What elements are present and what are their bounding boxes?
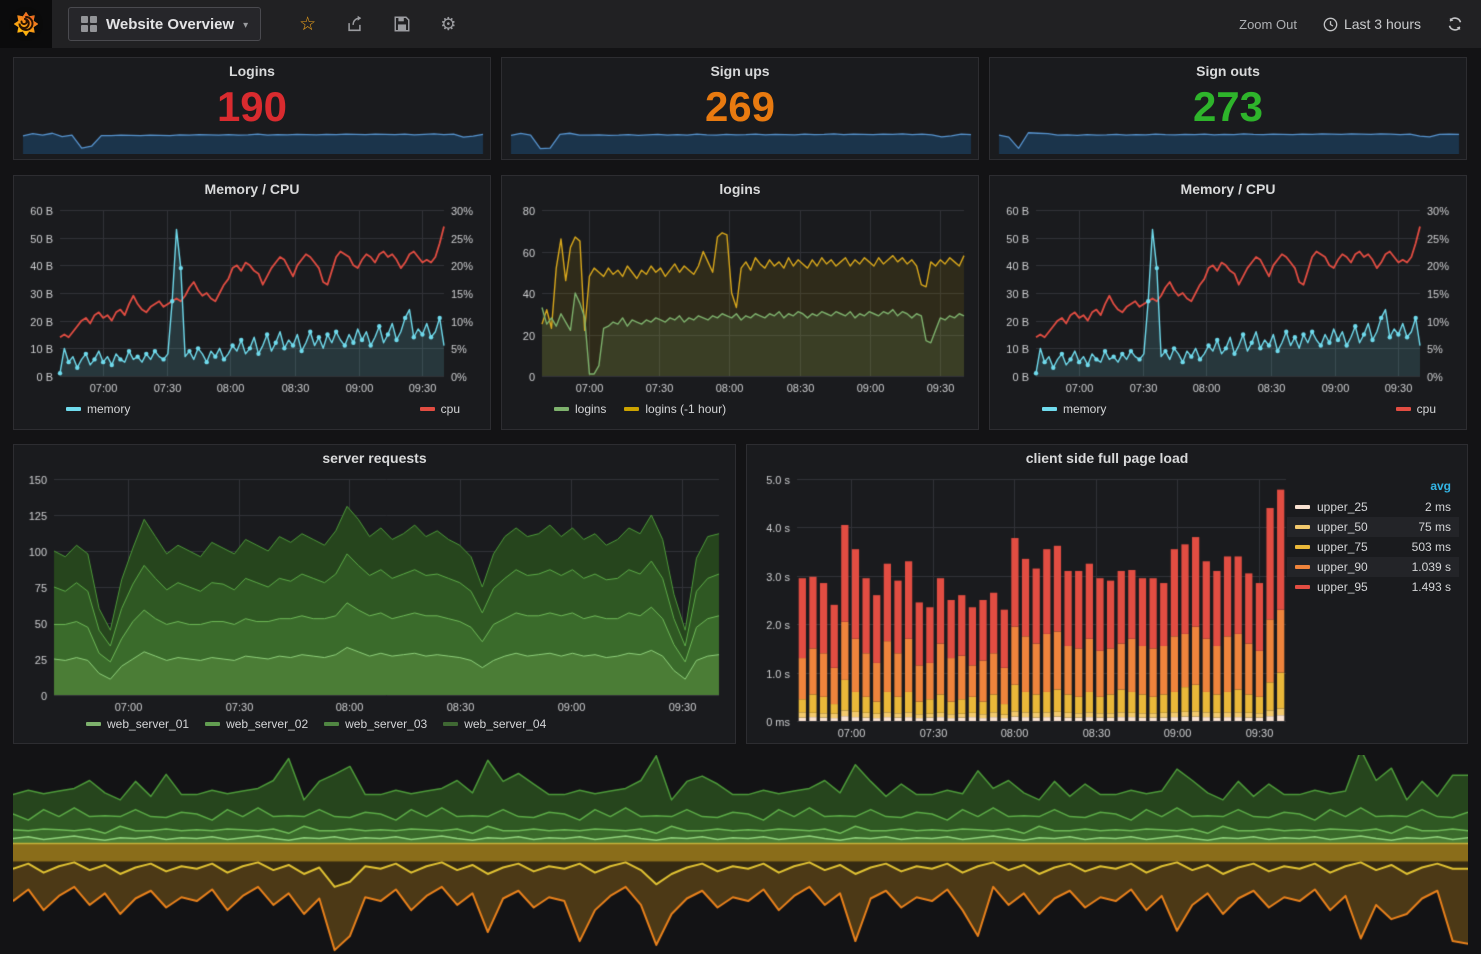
cpu-swatch-icon (420, 407, 435, 411)
zoom-out-button[interactable]: Zoom Out (1239, 17, 1297, 32)
panel-title[interactable]: Sign ups (502, 58, 978, 84)
legend-item-web-server-03[interactable]: web_server_03 (324, 717, 427, 731)
graph-panel-memory-cpu-left: Memory / CPU memory cpu (13, 175, 491, 430)
dashboard-body: Logins 190 Sign ups 269 Sign outs 273 Me… (0, 57, 1481, 954)
legend-item-web-server-04[interactable]: web_server_04 (443, 717, 546, 731)
legend-item-logins[interactable]: logins (554, 402, 606, 416)
stat-panel-signouts: Sign outs 273 (989, 57, 1467, 160)
upper-50-swatch-icon (1295, 525, 1310, 529)
memory-cpu-chart[interactable] (990, 202, 1466, 398)
web-server-01-swatch-icon (86, 722, 101, 726)
graph-panel-logins: logins logins logins (-1 hour) (501, 175, 979, 430)
star-icon[interactable]: ☆ (299, 15, 316, 34)
graph-panel-memory-cpu-right: Memory / CPU memory cpu (989, 175, 1467, 430)
legend-row-upper-95: upper_95 1.493 s (1287, 577, 1459, 597)
refresh-icon[interactable] (1447, 16, 1463, 32)
dashboard-selector[interactable]: Website Overview ▾ (68, 7, 261, 41)
logins-swatch-icon (554, 407, 569, 411)
panel-title[interactable]: client side full page load (747, 445, 1467, 471)
server-requests-chart[interactable] (14, 471, 735, 717)
legend-item-upper-75[interactable]: upper_75 (1295, 540, 1368, 554)
legend-item-upper-95[interactable]: upper_95 (1295, 580, 1368, 594)
panel-title[interactable]: logins (502, 176, 978, 202)
legend-item-upper-50[interactable]: upper_50 (1295, 520, 1368, 534)
legend-row-upper-75: upper_75 503 ms (1287, 537, 1459, 557)
web-server-02-swatch-icon (205, 722, 220, 726)
web-server-03-swatch-icon (324, 722, 339, 726)
panel-title[interactable]: Sign outs (990, 58, 1466, 84)
save-icon[interactable] (393, 15, 411, 33)
legend-avg-value: 1.493 s (1412, 580, 1451, 594)
upper-75-swatch-icon (1295, 545, 1310, 549)
legend-item-memory[interactable]: memory (66, 402, 130, 416)
legend-item-logins-1hour[interactable]: logins (-1 hour) (624, 402, 726, 416)
clock-icon (1323, 17, 1338, 32)
sparkline-chart (510, 122, 972, 154)
memory-cpu-chart[interactable] (14, 202, 490, 398)
chevron-down-icon: ▾ (243, 20, 248, 31)
panel-title[interactable]: server requests (14, 445, 735, 471)
legend-row-upper-25: upper_25 2 ms (1287, 497, 1459, 517)
stream-chart[interactable] (13, 755, 1468, 954)
panel-title[interactable]: Logins (14, 58, 490, 84)
legend-row-upper-50: upper_50 75 ms (1287, 517, 1459, 537)
legend-avg-value: 2 ms (1425, 500, 1451, 514)
stat-panel-signups: Sign ups 269 (501, 57, 979, 160)
top-navbar: Website Overview ▾ ☆ ⚙ Zoom Out Last 3 h… (0, 0, 1481, 48)
legend-item-upper-90[interactable]: upper_90 (1295, 560, 1368, 574)
legend-item-cpu[interactable]: cpu (420, 402, 460, 416)
legend-item-web-server-01[interactable]: web_server_01 (86, 717, 189, 731)
legend-item-memory[interactable]: memory (1042, 402, 1106, 416)
cpu-swatch-icon (1396, 407, 1411, 411)
time-range-picker[interactable]: Last 3 hours (1323, 16, 1421, 32)
legend-item-upper-25[interactable]: upper_25 (1295, 500, 1368, 514)
upper-95-swatch-icon (1295, 585, 1310, 589)
legend-row-upper-90: upper_90 1.039 s (1287, 557, 1459, 577)
client-page-load-chart[interactable] (749, 471, 1294, 743)
graph-panel-server-requests: server requests web_server_01 web_server… (13, 444, 736, 744)
client-legend-table: avg upper_25 2 ms upper_50 75 ms upper_7… (1287, 477, 1459, 597)
panel-title[interactable]: Memory / CPU (990, 176, 1466, 202)
share-icon[interactable] (345, 15, 364, 33)
legend-item-web-server-02[interactable]: web_server_02 (205, 717, 308, 731)
memory-swatch-icon (66, 407, 81, 411)
web-server-04-swatch-icon (443, 722, 458, 726)
memory-swatch-icon (1042, 407, 1057, 411)
panel-title[interactable]: Memory / CPU (14, 176, 490, 202)
sparkline-chart (22, 122, 484, 154)
legend-avg-value: 503 ms (1412, 540, 1451, 554)
legend-avg-header[interactable]: avg (1287, 477, 1459, 497)
upper-90-swatch-icon (1295, 565, 1310, 569)
logins-1hour-swatch-icon (624, 407, 639, 411)
legend-item-cpu[interactable]: cpu (1396, 402, 1436, 416)
legend-avg-value: 75 ms (1418, 520, 1451, 534)
logins-chart[interactable] (502, 202, 978, 398)
dashboard-title: Website Overview (106, 16, 234, 33)
sparkline-chart (998, 122, 1460, 154)
grafana-logo[interactable] (0, 0, 52, 48)
dashboard-grid-icon (81, 16, 97, 32)
graph-panel-client-page-load: client side full page load avg upper_25 … (746, 444, 1468, 744)
upper-25-swatch-icon (1295, 505, 1310, 509)
stat-panel-logins: Logins 190 (13, 57, 491, 160)
gear-icon[interactable]: ⚙ (440, 15, 456, 33)
legend-avg-value: 1.039 s (1412, 560, 1451, 574)
